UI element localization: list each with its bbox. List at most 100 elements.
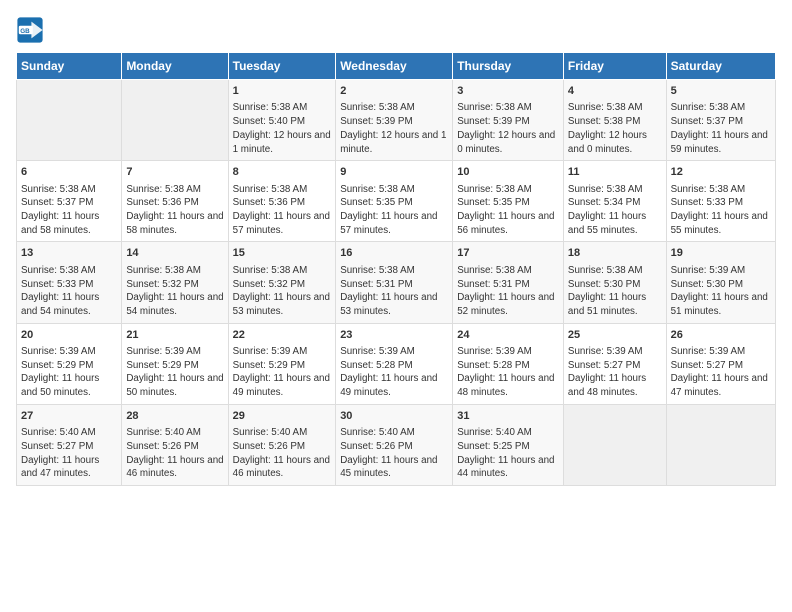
day-number: 12 — [671, 165, 771, 180]
day-number: 22 — [233, 328, 332, 343]
day-info: Sunrise: 5:38 AM Sunset: 5:36 PM Dayligh… — [233, 183, 332, 238]
day-number: 1 — [233, 84, 332, 99]
day-number: 26 — [671, 328, 771, 343]
day-cell: 4 Sunrise: 5:38 AM Sunset: 5:38 PM Daylig… — [563, 80, 666, 161]
day-number: 28 — [126, 409, 223, 424]
calendar-body: 1 Sunrise: 5:38 AM Sunset: 5:40 PM Daylig… — [17, 80, 776, 486]
day-number: 17 — [457, 246, 559, 261]
day-info: Sunrise: 5:38 AM Sunset: 5:36 PM Dayligh… — [126, 183, 223, 238]
day-cell: 27 Sunrise: 5:40 AM Sunset: 5:27 PM Dayli… — [17, 404, 122, 485]
day-info: Sunrise: 5:38 AM Sunset: 5:39 PM Dayligh… — [340, 101, 448, 156]
day-cell: 9 Sunrise: 5:38 AM Sunset: 5:35 PM Daylig… — [336, 161, 453, 242]
day-number: 31 — [457, 409, 559, 424]
day-cell: 6 Sunrise: 5:38 AM Sunset: 5:37 PM Daylig… — [17, 161, 122, 242]
day-number: 16 — [340, 246, 448, 261]
day-number: 21 — [126, 328, 223, 343]
day-info: Sunrise: 5:38 AM Sunset: 5:31 PM Dayligh… — [457, 264, 559, 319]
day-info: Sunrise: 5:38 AM Sunset: 5:33 PM Dayligh… — [671, 183, 771, 238]
day-cell: 30 Sunrise: 5:40 AM Sunset: 5:26 PM Dayli… — [336, 404, 453, 485]
day-number: 20 — [21, 328, 117, 343]
day-number: 18 — [568, 246, 662, 261]
day-cell: 23Sunrise: 5:39 AM Sunset: 5:28 PM Dayli… — [336, 323, 453, 404]
day-number: 2 — [340, 84, 448, 99]
day-info: Sunrise: 5:39 AM Sunset: 5:27 PM Dayligh… — [568, 345, 662, 400]
day-info: Sunrise: 5:40 AM Sunset: 5:27 PM Dayligh… — [21, 426, 117, 481]
day-info: Sunrise: 5:38 AM Sunset: 5:35 PM Dayligh… — [457, 183, 559, 238]
day-cell: 25 Sunrise: 5:39 AM Sunset: 5:27 PM Dayli… — [563, 323, 666, 404]
day-cell — [666, 404, 775, 485]
day-info: Sunrise: 5:38 AM Sunset: 5:39 PM Dayligh… — [457, 101, 559, 156]
day-number: 6 — [21, 165, 117, 180]
day-number: 19 — [671, 246, 771, 261]
day-info: Sunrise: 5:38 AM Sunset: 5:40 PM Dayligh… — [233, 101, 332, 156]
day-number: 27 — [21, 409, 117, 424]
day-number: 29 — [233, 409, 332, 424]
day-number: 24 — [457, 328, 559, 343]
header-cell-friday: Friday — [563, 53, 666, 80]
day-info: Sunrise: 5:40 AM Sunset: 5:26 PM Dayligh… — [126, 426, 223, 481]
day-cell: 10 Sunrise: 5:38 AM Sunset: 5:35 PM Dayli… — [453, 161, 564, 242]
header-cell-monday: Monday — [122, 53, 228, 80]
day-number: 9 — [340, 165, 448, 180]
day-info: Sunrise: 5:39 AM Sunset: 5:28 PM Dayligh… — [457, 345, 559, 400]
day-number: 5 — [671, 84, 771, 99]
day-cell: 12 Sunrise: 5:38 AM Sunset: 5:33 PM Dayli… — [666, 161, 775, 242]
day-number: 14 — [126, 246, 223, 261]
day-number: 4 — [568, 84, 662, 99]
day-cell: 28 Sunrise: 5:40 AM Sunset: 5:26 PM Dayli… — [122, 404, 228, 485]
day-info: Sunrise: 5:38 AM Sunset: 5:34 PM Dayligh… — [568, 183, 662, 238]
day-info: Sunrise: 5:38 AM Sunset: 5:37 PM Dayligh… — [671, 101, 771, 156]
day-info: Sunrise: 5:38 AM Sunset: 5:38 PM Dayligh… — [568, 101, 662, 156]
week-row-3: 13 Sunrise: 5:38 AM Sunset: 5:33 PM Dayli… — [17, 242, 776, 323]
day-info: Sunrise: 5:40 AM Sunset: 5:26 PM Dayligh… — [340, 426, 448, 481]
day-info: Sunrise: 5:39 AM Sunset: 5:29 PM Dayligh… — [21, 345, 117, 400]
day-number: 23 — [340, 328, 448, 343]
week-row-1: 1 Sunrise: 5:38 AM Sunset: 5:40 PM Daylig… — [17, 80, 776, 161]
day-cell: 16 Sunrise: 5:38 AM Sunset: 5:31 PM Dayli… — [336, 242, 453, 323]
day-cell: 20 Sunrise: 5:39 AM Sunset: 5:29 PM Dayli… — [17, 323, 122, 404]
header-cell-saturday: Saturday — [666, 53, 775, 80]
day-cell: 29 Sunrise: 5:40 AM Sunset: 5:26 PM Dayli… — [228, 404, 336, 485]
logo: GB — [16, 16, 48, 44]
header-cell-wednesday: Wednesday — [336, 53, 453, 80]
day-cell — [122, 80, 228, 161]
day-cell: 21Sunrise: 5:39 AM Sunset: 5:29 PM Dayli… — [122, 323, 228, 404]
day-number: 15 — [233, 246, 332, 261]
day-cell — [17, 80, 122, 161]
day-number: 3 — [457, 84, 559, 99]
day-cell: 3 Sunrise: 5:38 AM Sunset: 5:39 PM Daylig… — [453, 80, 564, 161]
header-row: SundayMondayTuesdayWednesdayThursdayFrid… — [17, 53, 776, 80]
day-cell: 11 Sunrise: 5:38 AM Sunset: 5:34 PM Dayli… — [563, 161, 666, 242]
day-cell: 7Sunrise: 5:38 AM Sunset: 5:36 PM Daylig… — [122, 161, 228, 242]
day-cell: 31 Sunrise: 5:40 AM Sunset: 5:25 PM Dayli… — [453, 404, 564, 485]
week-row-4: 20 Sunrise: 5:39 AM Sunset: 5:29 PM Dayli… — [17, 323, 776, 404]
day-cell: 22 Sunrise: 5:39 AM Sunset: 5:29 PM Dayli… — [228, 323, 336, 404]
day-cell: 13 Sunrise: 5:38 AM Sunset: 5:33 PM Dayli… — [17, 242, 122, 323]
day-info: Sunrise: 5:38 AM Sunset: 5:37 PM Dayligh… — [21, 183, 117, 238]
day-info: Sunrise: 5:38 AM Sunset: 5:30 PM Dayligh… — [568, 264, 662, 319]
day-info: Sunrise: 5:39 AM Sunset: 5:29 PM Dayligh… — [233, 345, 332, 400]
day-info: Sunrise: 5:38 AM Sunset: 5:33 PM Dayligh… — [21, 264, 117, 319]
day-info: Sunrise: 5:38 AM Sunset: 5:35 PM Dayligh… — [340, 183, 448, 238]
day-info: Sunrise: 5:38 AM Sunset: 5:31 PM Dayligh… — [340, 264, 448, 319]
calendar-header: SundayMondayTuesdayWednesdayThursdayFrid… — [17, 53, 776, 80]
day-cell: 18 Sunrise: 5:38 AM Sunset: 5:30 PM Dayli… — [563, 242, 666, 323]
day-info: Sunrise: 5:39 AM Sunset: 5:27 PM Dayligh… — [671, 345, 771, 400]
day-number: 11 — [568, 165, 662, 180]
day-number: 25 — [568, 328, 662, 343]
day-number: 13 — [21, 246, 117, 261]
day-cell: 14Sunrise: 5:38 AM Sunset: 5:32 PM Dayli… — [122, 242, 228, 323]
day-cell: 26 Sunrise: 5:39 AM Sunset: 5:27 PM Dayli… — [666, 323, 775, 404]
day-cell: 8Sunrise: 5:38 AM Sunset: 5:36 PM Daylig… — [228, 161, 336, 242]
calendar-table: SundayMondayTuesdayWednesdayThursdayFrid… — [16, 52, 776, 486]
week-row-2: 6 Sunrise: 5:38 AM Sunset: 5:37 PM Daylig… — [17, 161, 776, 242]
day-cell: 17 Sunrise: 5:38 AM Sunset: 5:31 PM Dayli… — [453, 242, 564, 323]
day-number: 30 — [340, 409, 448, 424]
header-cell-tuesday: Tuesday — [228, 53, 336, 80]
day-number: 10 — [457, 165, 559, 180]
header-cell-thursday: Thursday — [453, 53, 564, 80]
day-info: Sunrise: 5:40 AM Sunset: 5:25 PM Dayligh… — [457, 426, 559, 481]
logo-icon: GB — [16, 16, 44, 44]
day-info: Sunrise: 5:40 AM Sunset: 5:26 PM Dayligh… — [233, 426, 332, 481]
day-cell: 1 Sunrise: 5:38 AM Sunset: 5:40 PM Daylig… — [228, 80, 336, 161]
